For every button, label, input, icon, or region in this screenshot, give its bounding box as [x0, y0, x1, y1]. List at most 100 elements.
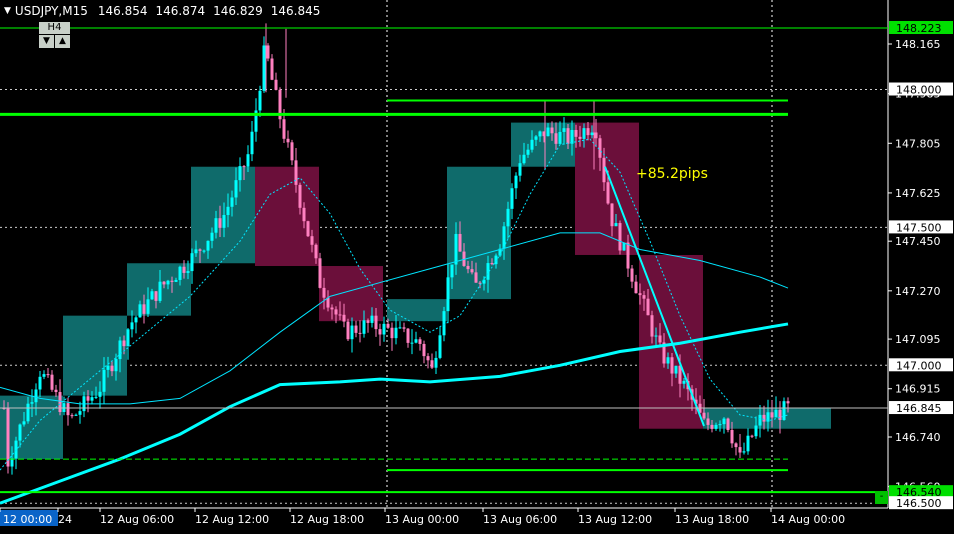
candle-body [230, 197, 234, 207]
candle-body [66, 403, 70, 416]
time-tick-label: 12 Aug 12:00 [195, 513, 269, 526]
price-label-148223: 148.223 [896, 22, 942, 35]
candle-body [74, 414, 78, 416]
candle-body [474, 272, 478, 283]
candle-body [750, 435, 754, 437]
candle-body [490, 263, 494, 265]
candle-body [250, 131, 254, 155]
candle-body [546, 127, 550, 137]
candle-body [630, 268, 634, 282]
candle-body [126, 329, 130, 347]
candle-body [262, 45, 266, 91]
candle-body [30, 402, 34, 404]
down-arrow-icon[interactable]: ▼ [39, 35, 54, 48]
candle-body [582, 128, 586, 139]
candle-body [562, 128, 566, 132]
candle-body [782, 401, 786, 420]
candle-body [390, 327, 394, 339]
candle-body [538, 131, 542, 137]
chart-area[interactable]: +85.2pips148.165147.985147.805147.625147… [0, 0, 954, 530]
time-tick-label: 14 Aug 00:00 [771, 513, 845, 526]
candle-body [78, 411, 82, 415]
candle-body [398, 327, 402, 329]
chart-canvas[interactable]: +85.2pips148.165147.985147.805147.625147… [0, 0, 954, 530]
candle-body [298, 184, 302, 208]
candle-body [162, 281, 166, 285]
candle-body [90, 397, 94, 401]
candle-body [450, 264, 454, 278]
candle-body [130, 322, 134, 330]
candle-body [94, 396, 98, 398]
candle-body [402, 327, 406, 329]
candle-body [506, 208, 510, 227]
candle-body [470, 269, 474, 273]
candle-body [206, 240, 210, 251]
candle-body [614, 223, 618, 227]
candle-body [54, 389, 58, 393]
candle-body [222, 215, 226, 228]
candle-body [618, 223, 622, 251]
price-tick-label: 147.095 [895, 333, 941, 346]
price-tick-label: 147.450 [895, 235, 941, 248]
price-label-148000: 148.000 [896, 84, 942, 97]
candle-body [590, 132, 594, 136]
candle-body [190, 253, 194, 272]
price-tick-label: 146.740 [895, 431, 941, 444]
open-value: 146.854 [97, 4, 148, 18]
candle-body [178, 266, 182, 280]
candle-body [714, 424, 718, 429]
candle-body [454, 233, 458, 265]
candle-body [158, 281, 162, 301]
minimize-button[interactable]: - [875, 491, 888, 504]
timeframe-widget[interactable]: H4 ▼ ▲ [39, 22, 70, 48]
candle-body [166, 280, 170, 285]
candle-body [386, 323, 390, 328]
high-value: 146.874 [155, 4, 206, 18]
candle-body [314, 244, 318, 259]
candle-body [102, 369, 106, 392]
candle-body [774, 409, 778, 418]
candle-body [350, 325, 354, 340]
candle-body [634, 281, 638, 294]
candle-body [346, 321, 350, 340]
up-arrow-icon[interactable]: ▲ [55, 35, 70, 48]
candle-body [22, 421, 26, 425]
candle-body [642, 295, 646, 299]
candle-body [106, 365, 110, 370]
candle-body [338, 314, 342, 316]
candle-body [494, 255, 498, 265]
candle-body [514, 175, 518, 189]
candle-body [274, 79, 278, 90]
triangle-down-icon[interactable]: ▼ [4, 6, 11, 16]
candle-body [598, 138, 602, 158]
time-tick-label: 13 Aug 00:00 [385, 513, 459, 526]
candle-body [446, 277, 450, 312]
candle-body [290, 142, 294, 161]
session-box [255, 166, 319, 267]
pips-annotation: +85.2pips [636, 166, 708, 182]
candle-body [98, 391, 102, 397]
candle-body [734, 443, 738, 448]
candle-body [114, 359, 118, 372]
candle-body [762, 414, 766, 422]
candle-body [38, 376, 42, 390]
close-value: 146.845 [270, 4, 321, 18]
candle-body [550, 127, 554, 134]
price-label-147500: 147.500 [896, 221, 942, 234]
candle-body [606, 182, 610, 204]
candle-body [754, 425, 758, 437]
time-tick-label: 24 [58, 513, 72, 526]
candle-body [522, 154, 526, 164]
candle-body [294, 160, 298, 185]
candle-body [414, 339, 418, 343]
time-tick-label: 13 Aug 12:00 [578, 513, 652, 526]
candle-body [182, 266, 186, 273]
candle-body [610, 203, 614, 227]
candle-body [198, 249, 202, 251]
candle-body [374, 315, 378, 330]
candle-body [458, 233, 462, 252]
price-tick-label: 146.915 [895, 383, 941, 396]
candle-body [10, 458, 14, 467]
candle-body [586, 128, 590, 136]
candle-body [502, 226, 506, 249]
